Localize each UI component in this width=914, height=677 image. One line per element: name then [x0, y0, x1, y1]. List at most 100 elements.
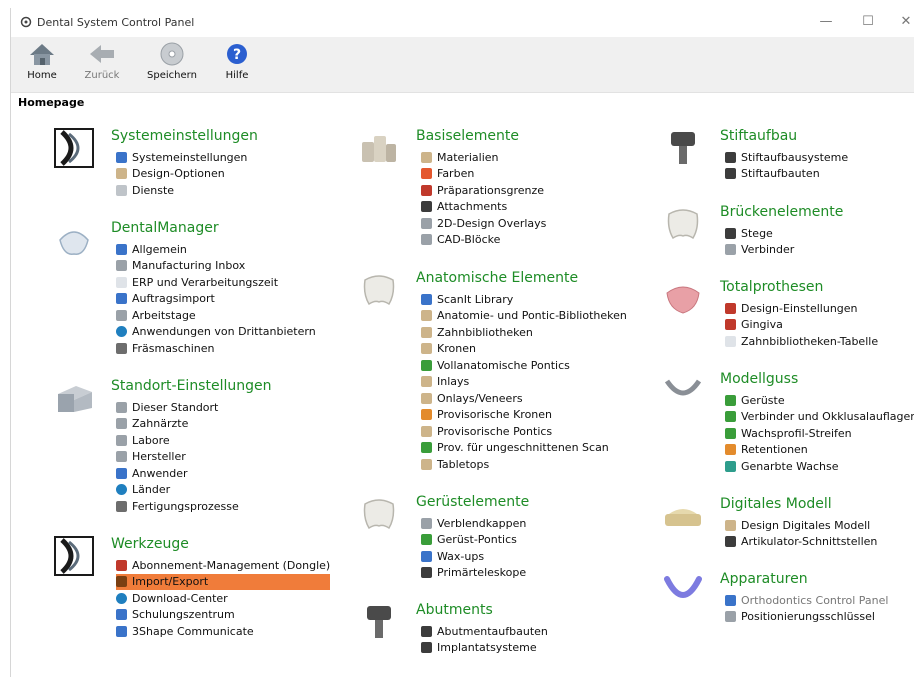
back-button[interactable]: Zurück	[74, 39, 130, 91]
item-label: Vollanatomische Pontics	[437, 358, 570, 372]
list-item[interactable]: Provisorische Kronen	[421, 407, 627, 424]
section-title[interactable]: Abutments	[416, 602, 493, 618]
item-label: Materialien	[437, 150, 499, 164]
help-button[interactable]: ? Hilfe	[209, 39, 265, 91]
list-item[interactable]: Kronen	[421, 341, 627, 358]
app-icon	[20, 16, 32, 28]
list-item[interactable]: Tabletops	[421, 456, 627, 473]
list-item[interactable]: Hersteller	[116, 449, 239, 466]
section-title[interactable]: Stiftaufbau	[720, 128, 797, 144]
list-item[interactable]: ScanIt Library	[421, 291, 627, 308]
list-item[interactable]: Primärteleskope	[421, 565, 526, 582]
close-button[interactable]: ✕	[895, 12, 914, 32]
list-item[interactable]: Gerüste	[725, 392, 914, 409]
app-window: Dental System Control Panel — ☐ ✕ Home Z…	[10, 8, 914, 677]
list-item[interactable]: Inlays	[421, 374, 627, 391]
list-item[interactable]: Präparationsgrenze	[421, 182, 546, 199]
section-items: ScanIt Library Anatomie- und Pontic-Bibli…	[421, 291, 627, 473]
list-item[interactable]: Verbinder	[725, 242, 794, 259]
section-title[interactable]: Totalprothesen	[720, 279, 823, 295]
list-item[interactable]: Verblendkappen	[421, 515, 526, 532]
list-item[interactable]: Auftragsimport	[116, 291, 316, 308]
list-item[interactable]: Abutmentaufbauten	[421, 623, 548, 640]
list-item[interactable]: Länder	[116, 482, 239, 499]
list-item[interactable]: CAD-Blöcke	[421, 232, 546, 249]
list-item[interactable]: Import/Export	[116, 573, 331, 590]
list-item[interactable]: Stiftaufbauten	[725, 166, 848, 183]
list-item[interactable]: Design Digitales Modell	[725, 517, 877, 534]
grey-icon	[421, 234, 432, 246]
list-item[interactable]: Verbinder und Okklusalauflagen	[725, 409, 914, 426]
item-label: Design Digitales Modell	[741, 518, 871, 532]
list-item[interactable]: Dieser Standort	[116, 399, 239, 416]
list-item[interactable]: Farben	[421, 166, 546, 183]
list-item[interactable]: Systemeinstellungen	[116, 149, 247, 166]
minimize-button[interactable]: —	[815, 12, 837, 32]
list-item[interactable]: Fräsmaschinen	[116, 340, 316, 357]
section-title[interactable]: Basiselemente	[416, 128, 519, 144]
list-item[interactable]: Retentionen	[725, 442, 914, 459]
list-item[interactable]: Onlays/Veneers	[421, 390, 627, 407]
section-title[interactable]: Gerüstelemente	[416, 494, 529, 510]
grey-icon	[116, 401, 127, 413]
list-item[interactable]: Arbeitstage	[116, 307, 316, 324]
list-item[interactable]: Orthodontics Control Panel	[725, 592, 888, 609]
list-item[interactable]: Anwender	[116, 465, 239, 482]
section-title[interactable]: Werkzeuge	[111, 536, 189, 552]
list-item[interactable]: Zahnärzte	[116, 416, 239, 433]
list-item[interactable]: Abonnement-Management (Dongle)	[116, 557, 330, 574]
list-item[interactable]: Implantatsysteme	[421, 640, 548, 657]
grey-icon	[116, 260, 127, 272]
list-item[interactable]: Allgemein	[116, 241, 316, 258]
list-item[interactable]: Stege	[725, 225, 794, 242]
item-label: Systemeinstellungen	[132, 150, 248, 164]
list-item[interactable]: Design-Einstellungen	[725, 300, 878, 317]
dark-icon	[421, 625, 432, 637]
item-label: Design-Einstellungen	[741, 301, 858, 315]
list-item[interactable]: Design-Optionen	[116, 166, 247, 183]
section-title[interactable]: Systemeinstellungen	[111, 128, 258, 144]
model-image	[665, 509, 701, 526]
section-title[interactable]: Brückenelemente	[720, 204, 843, 220]
list-item[interactable]: Materialien	[421, 149, 546, 166]
list-item[interactable]: Prov. für ungeschnittenen Scan	[421, 440, 627, 457]
list-item[interactable]: Schulungszentrum	[116, 607, 330, 624]
list-item[interactable]: Dienste	[116, 182, 247, 199]
list-item[interactable]: Wax-ups	[421, 548, 526, 565]
section-title[interactable]: Digitales Modell	[720, 496, 832, 512]
tooth-image	[363, 275, 395, 306]
item-label: Import/Export	[132, 575, 209, 589]
home-button[interactable]: Home	[14, 39, 70, 91]
section-title[interactable]: Standort-Einstellungen	[111, 378, 271, 394]
save-button[interactable]: Speichern	[144, 39, 200, 91]
list-item[interactable]: ERP und Verarbeitungszeit	[116, 274, 316, 291]
list-item[interactable]: Fertigungsprozesse	[116, 498, 239, 515]
list-item[interactable]: Wachsprofil-Streifen	[725, 425, 914, 442]
list-item[interactable]: Labore	[116, 432, 239, 449]
maximize-button[interactable]: ☐	[857, 12, 879, 32]
section-title[interactable]: Modellguss	[720, 371, 798, 387]
section-title[interactable]: DentalManager	[111, 220, 219, 236]
list-item[interactable]: Download-Center	[116, 590, 330, 607]
item-label: Auftragsimport	[132, 292, 215, 306]
list-item[interactable]: Zahnbibliotheken-Tabelle	[725, 333, 878, 350]
section-title[interactable]: Apparaturen	[720, 571, 808, 587]
list-item[interactable]: 3Shape Communicate	[116, 623, 330, 640]
list-item[interactable]: Provisorische Pontics	[421, 423, 627, 440]
list-item[interactable]: Anatomie- und Pontic-Bibliotheken	[421, 308, 627, 325]
list-item[interactable]: Positionierungsschlüssel	[725, 609, 888, 626]
grey-icon	[421, 217, 432, 229]
list-item[interactable]: Anwendungen von Drittanbietern	[116, 324, 316, 341]
list-item[interactable]: Vollanatomische Pontics	[421, 357, 627, 374]
list-item[interactable]: Attachments	[421, 199, 546, 216]
list-item[interactable]: Genarbte Wachse	[725, 458, 914, 475]
list-item[interactable]: Manufacturing Inbox	[116, 258, 316, 275]
list-item[interactable]: Artikulator-Schnittstellen	[725, 534, 877, 551]
list-item[interactable]: Gingiva	[725, 317, 878, 334]
list-item[interactable]: Stiftaufbausysteme	[725, 149, 848, 166]
list-item[interactable]: 2D-Design Overlays	[421, 215, 546, 232]
list-item[interactable]: Gerüst-Pontics	[421, 532, 526, 549]
list-item[interactable]: Zahnbibliotheken	[421, 324, 627, 341]
section-items: Design-Einstellungen Gingiva Zahnbibliothe…	[725, 300, 878, 350]
section-title[interactable]: Anatomische Elemente	[416, 270, 578, 286]
